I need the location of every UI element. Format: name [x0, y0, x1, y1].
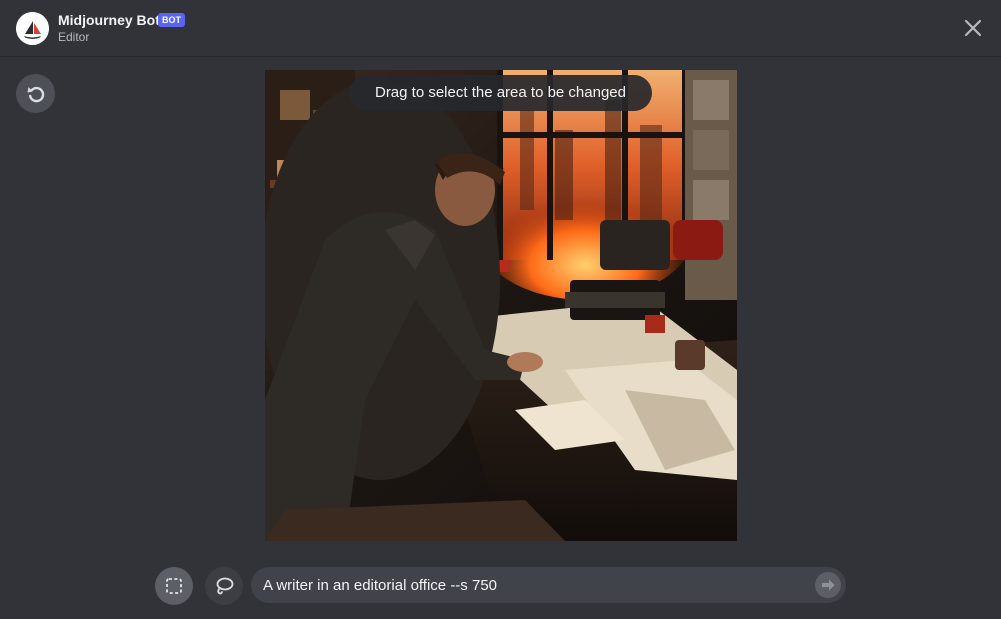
- prompt-input[interactable]: [251, 567, 806, 603]
- close-button[interactable]: [957, 12, 989, 44]
- editor-header: Midjourney Bot BOT Editor: [0, 0, 1001, 57]
- rectangle-select-button[interactable]: [155, 567, 193, 605]
- send-arrow-icon: [822, 579, 835, 591]
- bot-avatar: [16, 12, 49, 45]
- editor-image[interactable]: [265, 70, 737, 541]
- reset-icon: [27, 86, 44, 102]
- close-icon: [964, 19, 982, 37]
- midjourney-sailboat-icon: [16, 12, 49, 45]
- writer-artwork: [265, 70, 737, 541]
- bot-badge: BOT: [158, 13, 185, 27]
- bot-name: Midjourney Bot: [58, 12, 160, 28]
- editor-subtitle: Editor: [58, 30, 90, 44]
- rectangle-select-icon: [166, 578, 182, 594]
- lasso-select-icon: [216, 577, 234, 595]
- reset-button[interactable]: [16, 74, 55, 113]
- prompt-bar: [251, 567, 846, 603]
- lasso-select-button[interactable]: [205, 567, 243, 605]
- send-button[interactable]: [815, 572, 841, 598]
- selection-hint-tooltip: Drag to select the area to be changed: [349, 75, 652, 111]
